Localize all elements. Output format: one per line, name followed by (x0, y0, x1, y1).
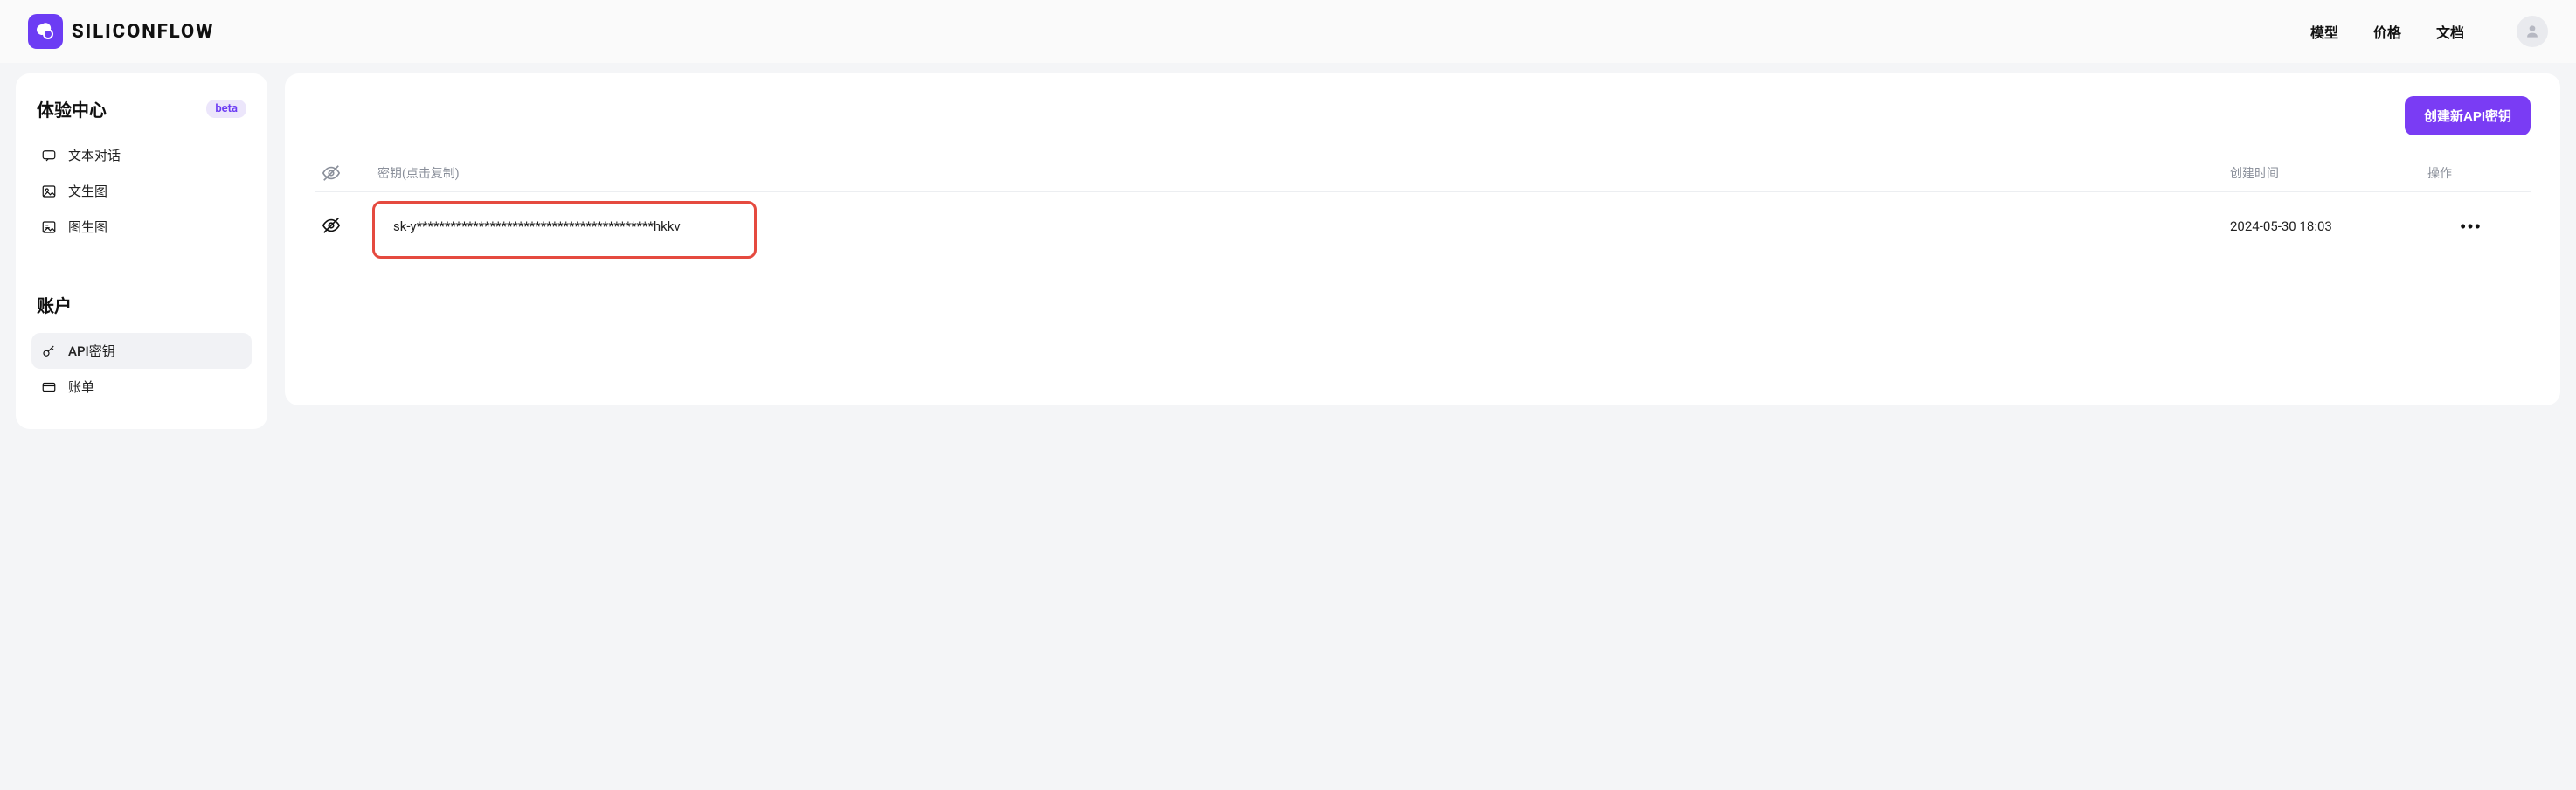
column-header-key: 密钥(点击复制) (377, 164, 2216, 182)
nav-link-docs[interactable]: 文档 (2436, 21, 2464, 42)
table-row: sk-y************************************… (315, 192, 2531, 260)
sidebar-item-label: 文生图 (68, 182, 107, 200)
sidebar-item-label: 账单 (68, 378, 94, 396)
user-icon (2524, 23, 2541, 40)
header-nav: 模型 价格 文档 (2310, 16, 2548, 47)
row-actions-button[interactable]: ••• (2455, 213, 2488, 239)
sidebar-section-experience-header: 体验中心 beta (31, 93, 252, 137)
sidebar-section-account-title: 账户 (37, 292, 72, 317)
nav-link-models[interactable]: 模型 (2310, 21, 2338, 42)
visibility-column-header (322, 163, 364, 183)
beta-badge: beta (206, 100, 246, 118)
created-at-cell: 2024-05-30 18:03 (2230, 218, 2405, 234)
sidebar: 体验中心 beta 文本对话 文生图 图生图 账户 (16, 73, 267, 429)
table-header: 密钥(点击复制) 创建时间 操作 (315, 155, 2531, 192)
create-api-key-button[interactable]: 创建新API密钥 (2405, 96, 2531, 135)
sidebar-item-img2img[interactable]: 图生图 (31, 209, 252, 245)
column-header-created: 创建时间 (2230, 164, 2405, 182)
sidebar-section-account-header: 账户 (31, 288, 252, 333)
card-icon (40, 378, 58, 396)
nav-link-pricing[interactable]: 价格 (2373, 21, 2401, 42)
sidebar-item-label: 文本对话 (68, 146, 121, 164)
sidebar-item-label: API密钥 (68, 342, 115, 360)
chat-icon (40, 147, 58, 164)
sidebar-item-text-chat[interactable]: 文本对话 (31, 137, 252, 173)
sidebar-section-experience-title: 体验中心 (37, 96, 107, 121)
brand-name: SILICONFLOW (72, 21, 214, 43)
dots-horizontal-icon: ••• (2461, 218, 2483, 235)
sidebar-item-billing[interactable]: 账单 (31, 369, 252, 405)
sidebar-item-label: 图生图 (68, 218, 107, 236)
image-icon (40, 183, 58, 200)
api-key-masked[interactable]: sk-y************************************… (377, 206, 696, 246)
api-keys-table: 密钥(点击复制) 创建时间 操作 sk-y****************** (315, 155, 2531, 260)
logo-mark-icon (28, 14, 63, 49)
main-panel: 创建新API密钥 密钥(点击复制) 创建时间 操作 (285, 73, 2560, 405)
app-header: SILICONFLOW 模型 价格 文档 (0, 0, 2576, 63)
sidebar-item-api-keys[interactable]: API密钥 (31, 333, 252, 369)
toggle-visibility-button[interactable] (322, 216, 341, 238)
avatar[interactable] (2517, 16, 2548, 47)
img2img-icon (40, 218, 58, 236)
eye-off-icon (322, 163, 341, 183)
key-icon (40, 343, 58, 360)
brand-logo[interactable]: SILICONFLOW (28, 14, 214, 49)
sidebar-item-text2img[interactable]: 文生图 (31, 173, 252, 209)
column-header-action: 操作 (2419, 164, 2524, 182)
eye-off-icon (322, 216, 341, 235)
